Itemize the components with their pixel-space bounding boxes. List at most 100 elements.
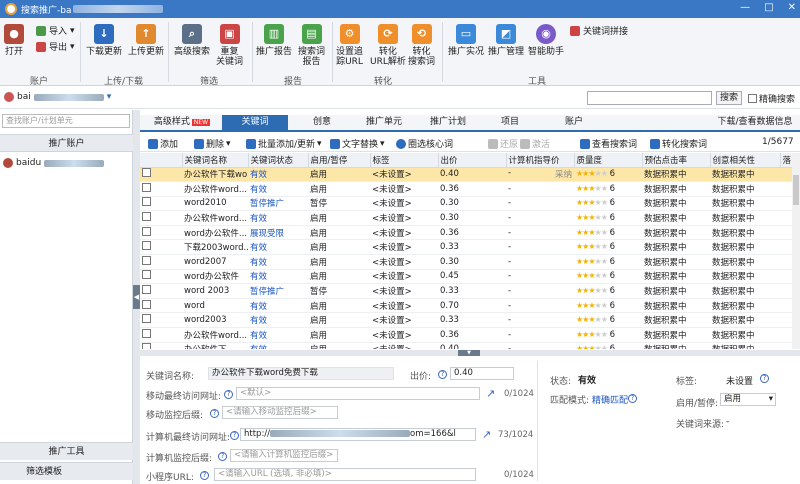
enable-cell[interactable]: 启用: [308, 254, 370, 270]
row-checkbox[interactable]: [140, 327, 182, 343]
tab-keyword[interactable]: 关键词: [222, 115, 288, 130]
row-checkbox[interactable]: [140, 298, 182, 314]
collapse-down-icon[interactable]: ▼: [458, 350, 480, 356]
open-button[interactable]: ● 打开: [4, 24, 24, 57]
bid-cell[interactable]: 0.40: [438, 167, 506, 183]
tag-cell[interactable]: <未设置>: [370, 239, 438, 256]
keyword-cell[interactable]: word 2003: [182, 283, 248, 299]
keyword-cell[interactable]: word办公软件: [182, 269, 248, 285]
table-row[interactable]: 办公软件下...有效启用<未设置>0.40-★★★★★ 6数据积累中数据积累中: [140, 342, 792, 349]
help-icon[interactable]: ?: [438, 370, 447, 379]
header-bid[interactable]: 出价: [438, 153, 507, 168]
table-row[interactable]: word 2003 暂停推广 暂停 <未设置> 0.33- ★★★★★ 6 数据积累中 数据积…: [140, 283, 792, 299]
keyword-cell[interactable]: 办公软件下载wo: [182, 167, 248, 183]
batch-update-button[interactable]: 批量添加/更新 ▾: [246, 137, 322, 150]
tab-account[interactable]: 账户: [548, 115, 600, 130]
help-icon[interactable]: ?: [628, 394, 637, 403]
row-checkbox[interactable]: [140, 181, 182, 197]
restore-button[interactable]: 还原: [488, 137, 518, 150]
keyword-cell[interactable]: 办公软件word...: [182, 210, 248, 226]
row-checkbox[interactable]: [140, 342, 182, 349]
row-checkbox[interactable]: [140, 269, 182, 285]
keyword-cell[interactable]: word办公软件...: [182, 225, 248, 241]
tag-cell[interactable]: <未设置>: [370, 167, 438, 183]
row-checkbox[interactable]: [140, 167, 182, 183]
enable-cell[interactable]: 启用: [308, 210, 370, 226]
row-checkbox[interactable]: [140, 312, 182, 329]
close-button[interactable]: ✕: [788, 2, 796, 13]
enable-cell[interactable]: 启用: [308, 239, 370, 256]
exact-search-checkbox[interactable]: 精确搜索: [748, 92, 795, 105]
tag-cell[interactable]: <未设置>: [370, 210, 438, 226]
bid-cell[interactable]: 0.36: [438, 181, 506, 197]
enable-cell[interactable]: 暂停: [308, 283, 370, 299]
header-guide-price[interactable]: 计算机指导价: [506, 153, 575, 168]
bid-cell[interactable]: 0.33: [438, 312, 506, 329]
conversion-search-terms-button[interactable]: 转化搜索词: [650, 137, 707, 150]
bid-cell[interactable]: 0.70: [438, 298, 506, 314]
account-tree-item[interactable]: baidu: [3, 158, 105, 168]
maximize-button[interactable]: □: [764, 2, 773, 13]
header-status[interactable]: 关键词状态: [248, 153, 309, 168]
table-row[interactable]: 办公软件word... 有效 启用 <未设置> 0.36- ★★★★★ 6 数据积累中 数据积…: [140, 181, 792, 197]
header-checkbox[interactable]: [140, 153, 183, 168]
table-row[interactable]: word2003 有效 启用 <未设置> 0.33- ★★★★★ 6 数据积累中 数据积累中: [140, 312, 792, 329]
export-button[interactable]: 导出 ▾: [36, 40, 75, 53]
pc-url-field[interactable]: http://om=166&l: [240, 428, 476, 441]
table-row[interactable]: 办公软件下载wo 有效 启用 <未设置> 0.40- 采纳 ★★★★★ 6 数据积累中 数据积累…: [140, 167, 792, 183]
tag-cell[interactable]: <未设置>: [370, 196, 438, 212]
mini-url-field[interactable]: <请输入URL (选填, 非必填)>: [214, 468, 476, 481]
keyword-cell[interactable]: 办公软件下...: [182, 342, 248, 349]
row-checkbox[interactable]: [140, 283, 182, 299]
enable-cell[interactable]: 启用: [308, 312, 370, 329]
table-row[interactable]: word2007 有效 启用 <未设置> 0.30- ★★★★★ 6 数据积累中 数据积累中: [140, 254, 792, 270]
delete-button[interactable]: 删除 ▾: [194, 137, 231, 150]
help-icon[interactable]: ?: [218, 452, 227, 461]
help-icon[interactable]: ?: [230, 431, 239, 440]
smart-assistant-button[interactable]: ◉ 智能助手: [528, 24, 564, 57]
bid-cell[interactable]: 0.40: [438, 342, 506, 349]
vertical-scrollbar[interactable]: [792, 153, 800, 349]
search-button[interactable]: 搜索: [716, 91, 742, 105]
activate-button[interactable]: 激活: [520, 137, 550, 150]
enable-cell[interactable]: 暂停: [308, 196, 370, 212]
tag-cell[interactable]: <未设置>: [370, 225, 438, 241]
collapse-left-icon[interactable]: ◀: [133, 285, 140, 309]
table-row[interactable]: word2010 暂停推广 暂停 <未设置> 0.30- ★★★★★ 6 数据积累中 数据积累…: [140, 196, 792, 212]
bid-cell[interactable]: 0.30: [438, 210, 506, 226]
tab-project[interactable]: 项目: [484, 115, 536, 130]
help-icon[interactable]: ?: [210, 409, 219, 418]
view-search-terms-button[interactable]: 查看搜索词: [580, 137, 637, 150]
enable-cell[interactable]: 启用: [308, 342, 370, 349]
enable-select[interactable]: 启用 ▾: [720, 393, 776, 406]
circle-core-button[interactable]: 圈选核心词: [396, 137, 453, 150]
pc-monitor-field[interactable]: <请输入计算机监控后缀>: [230, 449, 338, 462]
tag-cell[interactable]: <未设置>: [370, 181, 438, 197]
open-link-icon[interactable]: ↗: [486, 387, 495, 400]
header-tag[interactable]: 标签: [370, 153, 439, 168]
enable-cell[interactable]: 启用: [308, 225, 370, 241]
table-row[interactable]: 办公软件word... 有效 启用 <未设置> 0.36- ★★★★★ 6 数据积累中 数据积…: [140, 327, 792, 343]
table-row[interactable]: 下载2003word... 有效 启用 <未设置> 0.33- ★★★★★ 6 数据积累中数…: [140, 239, 792, 256]
upload-update-button[interactable]: ↑ 上传更新: [128, 24, 164, 57]
kw-name-field[interactable]: 办公软件下载word免费下载: [208, 367, 394, 380]
help-icon[interactable]: ?: [200, 471, 209, 480]
bid-cell[interactable]: 0.33: [438, 283, 506, 299]
text-replace-button[interactable]: 文字替换 ▾: [330, 137, 385, 150]
header-landing[interactable]: 落: [780, 153, 792, 168]
enable-cell[interactable]: 启用: [308, 298, 370, 314]
bid-cell[interactable]: 0.30: [438, 254, 506, 270]
tag-cell[interactable]: <未设置>: [370, 327, 438, 343]
mobile-url-field[interactable]: <默认>: [236, 387, 480, 400]
bid-cell[interactable]: 0.30: [438, 196, 506, 212]
account-search-input[interactable]: 查找账户/计划单元: [2, 114, 130, 128]
row-checkbox[interactable]: [140, 196, 182, 212]
row-checkbox[interactable]: [140, 254, 182, 270]
keyword-cell[interactable]: word2010: [182, 196, 248, 212]
filter-template-header[interactable]: 筛选模板: [0, 462, 133, 480]
bid-cell[interactable]: 0.36: [438, 225, 506, 241]
tab-plan[interactable]: 推广计划: [416, 115, 480, 130]
tab-idea[interactable]: 创意: [292, 115, 352, 130]
enable-cell[interactable]: 启用: [308, 269, 370, 285]
current-account[interactable]: bai ▾: [4, 92, 111, 102]
